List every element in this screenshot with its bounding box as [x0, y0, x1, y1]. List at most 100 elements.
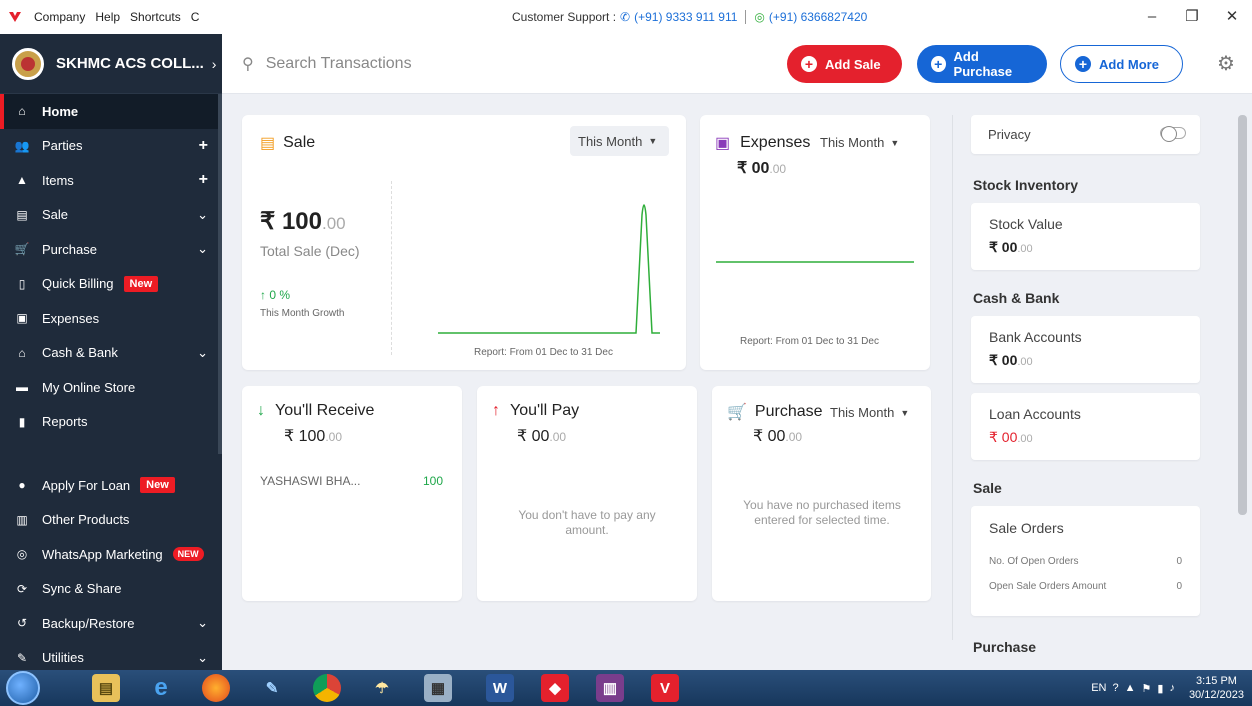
sidebar-item-label: Sale	[42, 207, 69, 223]
language-indicator[interactable]: EN	[1091, 682, 1106, 694]
sidebar-item-sync-share[interactable]: ⟳ Sync & Share	[0, 572, 222, 607]
internet-explorer-icon[interactable]: e	[147, 674, 175, 702]
arrow-up-icon: ↑	[492, 402, 500, 419]
sale-card-title: Sale	[283, 134, 316, 151]
sidebar-item-other-products[interactable]: ▥ Other Products	[0, 503, 222, 538]
help-icon[interactable]: ?	[1112, 682, 1118, 694]
purchase-amount: ₹ 00	[753, 428, 786, 445]
flag-icon[interactable]: ⚑	[1142, 682, 1152, 695]
sidebar-item-home[interactable]: ⌂ Home	[0, 94, 222, 129]
sidebar-item-label: Home	[42, 103, 79, 119]
main-scrollbar[interactable]	[1238, 115, 1247, 515]
close-button[interactable]: ✕	[1212, 0, 1252, 34]
chart-divider	[391, 181, 392, 355]
pay-empty-message: You don't have to pay any amount.	[518, 508, 656, 537]
top-bar: ⚲ Search Transactions + Add Sale + Add Pur…	[222, 34, 1252, 94]
volume-icon[interactable]: ♪	[1169, 682, 1175, 694]
clock[interactable]: 3:15 PM 30/12/2023	[1189, 674, 1244, 702]
stock-value-card[interactable]: Stock Value ₹ 00.00	[971, 203, 1200, 270]
bank-accounts-card[interactable]: Bank Accounts ₹ 00.00	[971, 316, 1200, 383]
caret-down-icon: ▼	[648, 136, 658, 146]
purchase-card[interactable]: 🛒 Purchase This Month ▼ ₹ 00.00 You have …	[712, 386, 931, 601]
purchase-empty-message: You have no purchased items entered for …	[743, 498, 901, 527]
sidebar-item-parties[interactable]: 👥 Parties +	[0, 129, 222, 164]
expenses-card[interactable]: ▣ Expenses This Month ▼ ₹ 00.00 Report: F…	[700, 115, 930, 370]
purchase-period-dropdown[interactable]: This Month ▼	[830, 405, 909, 420]
sidebar-item-cash-bank[interactable]: ⌂ Cash & Bank ⌄	[0, 336, 222, 371]
pdf-reader-icon[interactable]: ☂	[368, 674, 396, 702]
winrar-icon[interactable]: ▥	[596, 674, 624, 702]
expenses-icon: ▣	[16, 311, 28, 326]
signal-icon[interactable]: ▮	[1157, 682, 1163, 695]
products-icon: ▥	[16, 512, 28, 527]
bank-accounts-decimal: .00	[1017, 356, 1033, 368]
sale-orders-label: Sale Orders	[989, 520, 1064, 536]
sale-card[interactable]: ▤ Sale This Month ▼ ₹ 100.00 Total Sale (…	[242, 115, 686, 370]
caret-down-icon: ▼	[890, 137, 900, 148]
growth-value: ↑ 0 %	[260, 288, 291, 302]
tray-arrow-icon[interactable]: ▲	[1125, 682, 1136, 694]
sidebar-item-online-store[interactable]: ▬ My Online Store	[0, 370, 222, 405]
add-purchase-button[interactable]: + Add Purchase	[917, 45, 1047, 83]
paint-icon[interactable]: ✎	[258, 674, 286, 702]
sidebar-item-sale[interactable]: ▤ Sale ⌄	[0, 198, 222, 233]
expenses-card-title: Expenses	[740, 134, 811, 151]
firefox-icon[interactable]	[202, 674, 230, 702]
receive-amount-decimal: .00	[325, 430, 343, 444]
gear-icon[interactable]: ⚙	[1217, 51, 1235, 76]
add-sale-button[interactable]: + Add Sale	[787, 45, 902, 83]
add-party-icon[interactable]: +	[199, 137, 208, 155]
sidebar-item-backup-restore[interactable]: ↺ Backup/Restore ⌄	[0, 606, 222, 641]
receive-card[interactable]: ↓ You'll Receive ₹ 100.00 YASHASWI BHA..…	[242, 386, 462, 601]
chrome-icon[interactable]	[313, 674, 341, 702]
sidebar-item-quick-billing[interactable]: ▯ Quick Billing New	[0, 267, 222, 302]
add-more-button[interactable]: + Add More	[1060, 45, 1183, 83]
sale-orders-card[interactable]: Sale Orders No. Of Open Orders 0 Open Sa…	[971, 506, 1200, 616]
title-bar: Company Help Shortcuts C Customer Suppor…	[0, 0, 1252, 34]
refresh-icon[interactable]: C	[191, 10, 200, 24]
support-phone-2[interactable]: (+91) 6366827420	[769, 10, 867, 24]
maximize-button[interactable]: ❐	[1172, 0, 1212, 34]
sidebar-item-items[interactable]: ▲ Items +	[0, 163, 222, 198]
privacy-label: Privacy	[988, 127, 1031, 142]
calculator-icon[interactable]: ▦	[424, 674, 452, 702]
sidebar-item-reports[interactable]: ▮ Reports	[0, 405, 222, 440]
cart-icon: 🛒	[14, 242, 30, 257]
add-item-icon[interactable]: +	[199, 171, 208, 189]
expenses-period-dropdown[interactable]: This Month ▼	[820, 135, 899, 150]
company-selector[interactable]: SKHMC ACS COLL... ›	[0, 34, 222, 94]
sidebar-item-label: Backup/Restore	[42, 615, 135, 631]
sidebar-item-label: Apply For Loan	[42, 477, 131, 493]
receive-party-name[interactable]: YASHASWI BHA...	[260, 474, 360, 488]
sidebar-item-whatsapp[interactable]: ◎ WhatsApp Marketing NEW	[0, 537, 222, 572]
sidebar-item-expenses[interactable]: ▣ Expenses	[0, 301, 222, 336]
menu-help[interactable]: Help	[95, 10, 120, 24]
sidebar-scrollbar[interactable]	[218, 94, 222, 454]
sale-period-value: This Month	[578, 133, 643, 149]
sale-report-range: Report: From 01 Dec to 31 Dec	[474, 347, 613, 358]
clock-date: 30/12/2023	[1188, 689, 1244, 701]
word-icon[interactable]: W	[486, 674, 514, 702]
privacy-toggle[interactable]	[1160, 126, 1186, 142]
loan-accounts-label: Loan Accounts	[989, 406, 1081, 422]
sidebar-item-purchase[interactable]: 🛒 Purchase ⌄	[0, 232, 222, 267]
system-tray: EN ? ▲ ⚑ ▮ ♪ 3:15 PM 30/12/2023	[1091, 670, 1244, 706]
anydesk-icon[interactable]: ◆	[541, 674, 569, 702]
add-more-label: Add More	[1099, 56, 1159, 72]
search-input[interactable]: ⚲ Search Transactions	[242, 54, 412, 74]
support-phone-1[interactable]: (+91) 9333 911 911	[634, 10, 737, 24]
vyapar-taskbar-icon[interactable]: V	[651, 674, 679, 702]
menu-company[interactable]: Company	[34, 10, 85, 24]
pay-card[interactable]: ↑ You'll Pay ₹ 00.00 You don't have to p…	[477, 386, 697, 601]
minimize-button[interactable]: –	[1132, 0, 1172, 34]
loan-accounts-card[interactable]: Loan Accounts ₹ 00.00	[971, 393, 1200, 460]
sidebar-item-label: Parties	[42, 138, 83, 154]
taskbar: ▤ e ✎ ☂ ▦ W ◆ ▥ V EN ? ▲ ⚑ ▮ ♪ 3:15 PM 3…	[0, 670, 1252, 706]
file-explorer-icon[interactable]: ▤	[92, 674, 120, 702]
menu-shortcuts[interactable]: Shortcuts	[130, 10, 181, 24]
stock-value-amount: ₹ 00	[989, 239, 1018, 255]
sale-period-dropdown[interactable]: This Month ▼	[570, 126, 669, 156]
stock-value-label: Stock Value	[989, 216, 1063, 232]
start-button[interactable]	[6, 671, 40, 705]
sidebar-item-apply-loan[interactable]: ● Apply For Loan New	[0, 468, 222, 503]
